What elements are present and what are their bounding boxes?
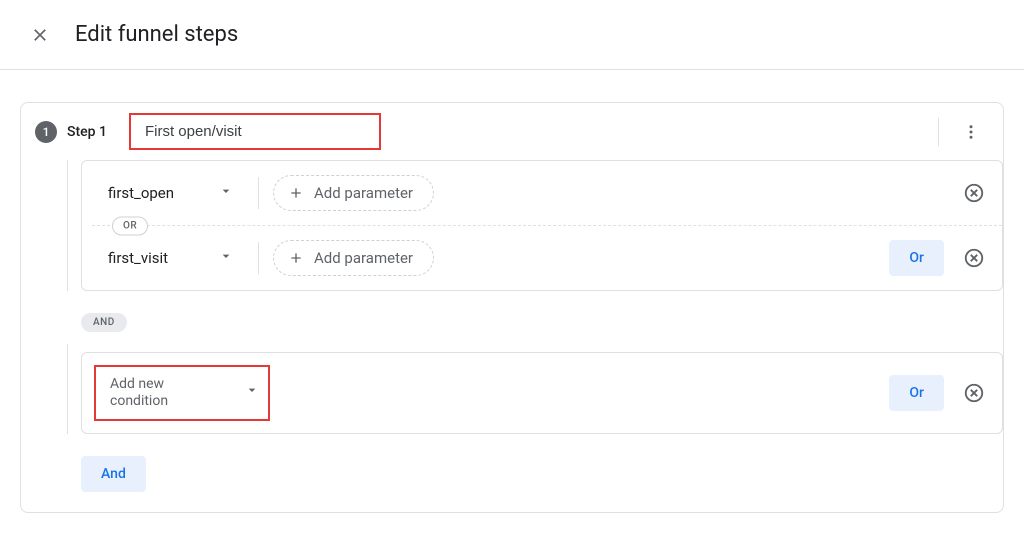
remove-condition-button[interactable] <box>960 179 988 207</box>
and-button-row: And <box>61 456 1003 492</box>
rail <box>67 160 68 291</box>
add-condition-dropdown[interactable]: Add new condition <box>94 365 270 421</box>
divider <box>258 242 259 274</box>
step-menu-button[interactable] <box>953 114 989 150</box>
plus-icon <box>288 250 304 266</box>
content-area: 1 Step 1 first_open <box>0 70 1024 533</box>
event-dropdown[interactable]: first_visit <box>94 238 244 278</box>
step-header: 1 Step 1 <box>21 103 1003 160</box>
row-actions: Or <box>889 375 988 411</box>
add-parameter-button[interactable]: Add parameter <box>273 240 434 276</box>
step-label: Step 1 <box>67 124 107 140</box>
plus-icon <box>288 185 304 201</box>
condition-row: Add new condition Or <box>82 353 1002 433</box>
chevron-down-icon <box>244 382 260 404</box>
condition-group: first_open Add parameter <box>61 160 1003 291</box>
condition-group: Add new condition Or <box>61 344 1003 434</box>
add-condition-label: Add new condition <box>110 376 220 411</box>
row-actions <box>960 179 988 207</box>
divider <box>938 118 939 146</box>
rail <box>67 344 68 434</box>
remove-icon <box>963 247 985 269</box>
and-chip: AND <box>81 313 127 332</box>
divider <box>258 177 259 209</box>
step-name-input[interactable] <box>129 113 381 150</box>
page-title: Edit funnel steps <box>75 22 238 47</box>
condition-card: first_open Add parameter <box>81 160 1003 291</box>
chevron-down-icon <box>218 183 234 203</box>
step-body: first_open Add parameter <box>21 160 1003 512</box>
step-card: 1 Step 1 first_open <box>20 102 1004 513</box>
close-icon <box>30 25 50 45</box>
add-parameter-button[interactable]: Add parameter <box>273 175 434 211</box>
event-dropdown[interactable]: first_open <box>94 173 244 213</box>
or-button[interactable]: Or <box>889 375 944 411</box>
event-name: first_visit <box>108 249 168 267</box>
remove-condition-button[interactable] <box>960 244 988 272</box>
add-parameter-label: Add parameter <box>314 249 413 267</box>
remove-condition-button[interactable] <box>960 379 988 407</box>
and-button[interactable]: And <box>81 456 146 492</box>
condition-row: first_open Add parameter <box>82 161 1002 225</box>
condition-card: Add new condition Or <box>81 352 1003 434</box>
kebab-icon <box>962 123 980 141</box>
top-bar: Edit funnel steps <box>0 0 1024 70</box>
condition-row: first_visit Add parameter Or <box>82 226 1002 290</box>
remove-icon <box>963 182 985 204</box>
step-number-badge: 1 <box>35 121 57 143</box>
step-header-actions <box>924 114 989 150</box>
and-chip-row: AND <box>61 313 1003 332</box>
row-actions: Or <box>889 240 988 276</box>
or-button[interactable]: Or <box>889 240 944 276</box>
remove-icon <box>963 382 985 404</box>
event-name: first_open <box>108 184 174 202</box>
chevron-down-icon <box>218 248 234 268</box>
close-button[interactable] <box>20 15 60 55</box>
add-parameter-label: Add parameter <box>314 184 413 202</box>
or-chip: OR <box>112 217 148 236</box>
